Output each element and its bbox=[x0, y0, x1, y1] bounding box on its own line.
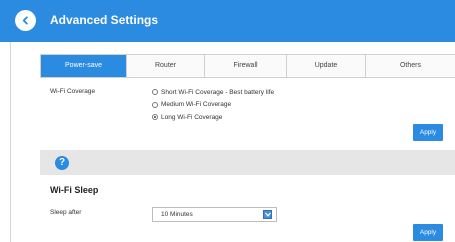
top-bar: Advanced Settings bbox=[0, 0, 455, 42]
sleep-apply-button[interactable]: Apply bbox=[413, 224, 443, 241]
tab-router[interactable]: Router bbox=[127, 55, 205, 77]
tab-update[interactable]: Update bbox=[287, 55, 366, 77]
wifi-sleep-title: Wi-Fi Sleep bbox=[50, 185, 99, 195]
select-value: 10 Minutes bbox=[161, 211, 193, 218]
radio-long-coverage[interactable]: Long Wi-Fi Coverage bbox=[152, 111, 274, 124]
settings-tabs: Power-save Router Firewall Update Others bbox=[40, 54, 455, 78]
dropdown-arrow-icon bbox=[264, 212, 271, 217]
page-title: Advanced Settings bbox=[50, 13, 159, 27]
help-band: ? bbox=[40, 150, 455, 175]
coverage-apply-button[interactable]: Apply bbox=[413, 124, 443, 141]
radio-label: Medium Wi-Fi Coverage bbox=[161, 101, 232, 109]
wifi-coverage-options: Short Wi-Fi Coverage - Best battery life… bbox=[152, 86, 274, 124]
radio-button-selected[interactable] bbox=[152, 114, 158, 121]
tab-firewall[interactable]: Firewall bbox=[205, 55, 287, 77]
sleep-after-label: Sleep after bbox=[50, 209, 82, 216]
back-button[interactable] bbox=[15, 10, 36, 31]
radio-label: Short Wi-Fi Coverage - Best battery life bbox=[161, 88, 275, 96]
radio-button[interactable] bbox=[152, 89, 158, 96]
chevron-down-icon[interactable] bbox=[263, 210, 272, 219]
radio-short-coverage[interactable]: Short Wi-Fi Coverage - Best battery life bbox=[152, 86, 274, 99]
tab-others[interactable]: Others bbox=[366, 55, 455, 77]
radio-label: Long Wi-Fi Coverage bbox=[161, 113, 223, 121]
help-icon[interactable]: ? bbox=[55, 156, 69, 170]
chevron-left-icon bbox=[22, 16, 28, 25]
wifi-coverage-label: Wi-Fi Coverage bbox=[50, 88, 96, 95]
tab-power-save[interactable]: Power-save bbox=[41, 55, 127, 77]
radio-button[interactable] bbox=[152, 101, 158, 108]
radio-medium-coverage[interactable]: Medium Wi-Fi Coverage bbox=[152, 99, 274, 112]
sleep-after-select[interactable]: 10 Minutes bbox=[152, 207, 277, 222]
